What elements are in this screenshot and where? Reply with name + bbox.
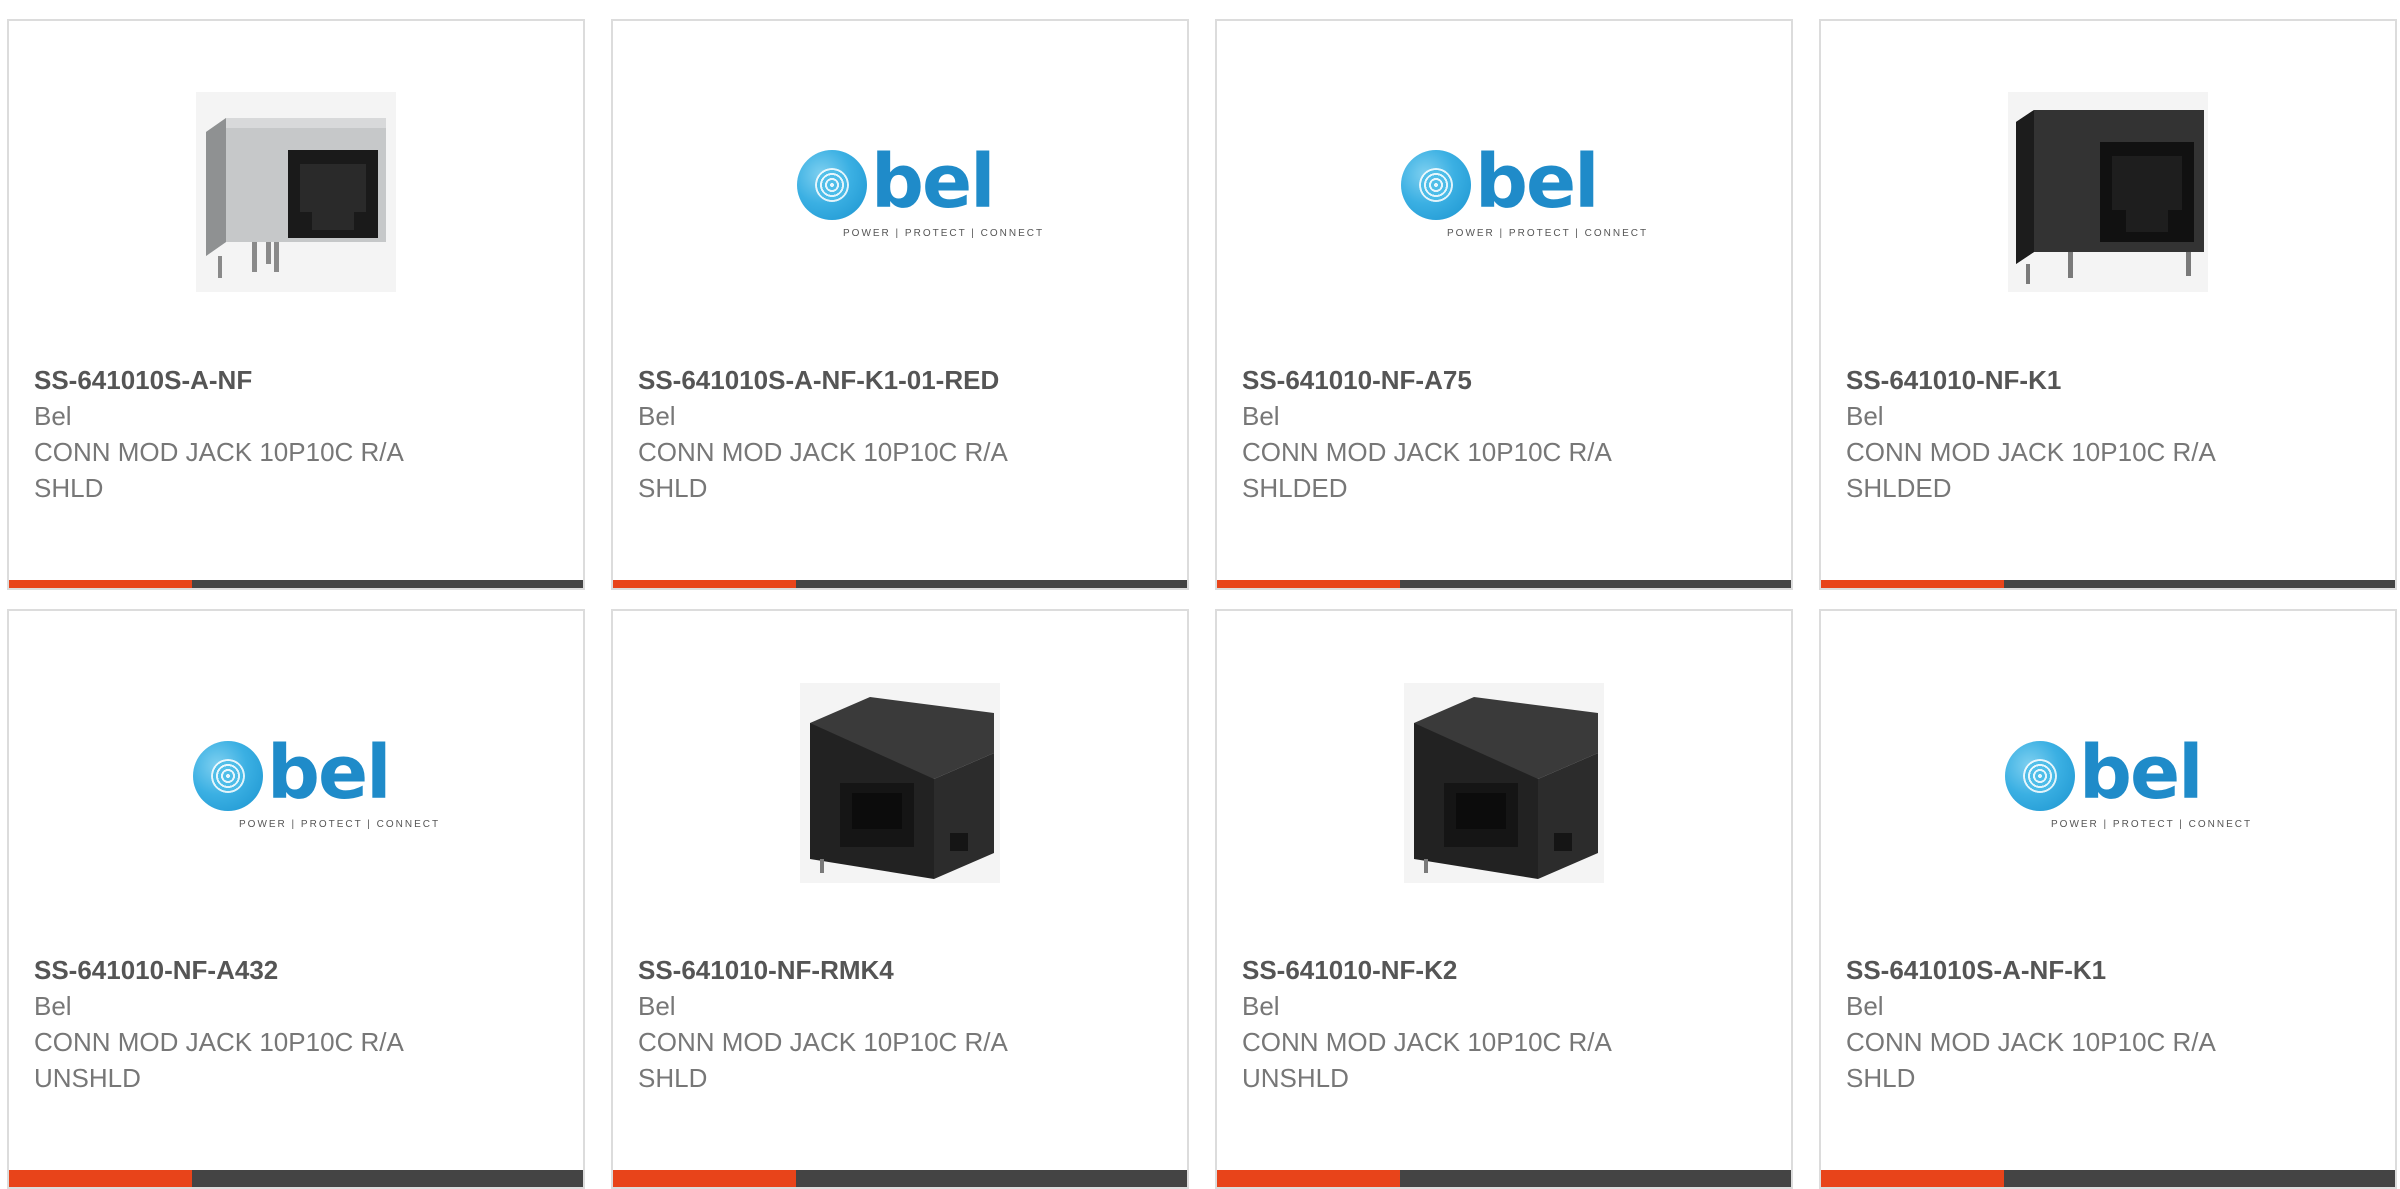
bel-logo-mark-icon — [193, 741, 263, 811]
part-number[interactable]: SS-641010-NF-K2 — [1242, 952, 1771, 988]
manufacturer: Bel — [1242, 991, 1280, 1021]
part-number[interactable]: SS-641010S-A-NF — [34, 362, 563, 398]
product-image[interactable] — [1821, 89, 2395, 295]
part-number[interactable]: SS-641010S-A-NF-K1-01-RED — [638, 362, 1167, 398]
part-number[interactable]: SS-641010-NF-K1 — [1846, 362, 2375, 398]
bel-logo-word: bel — [2079, 730, 2204, 816]
card-accent-fill — [613, 1170, 796, 1187]
bel-logo-mark-icon — [2005, 741, 2075, 811]
description: CONN MOD JACK 10P10C R/A SHLD — [638, 1027, 1007, 1093]
part-number[interactable]: SS-641010-NF-RMK4 — [638, 952, 1167, 988]
product-card[interactable]: SS-641010-NF-RMK4 Bel CONN MOD JACK 10P1… — [611, 609, 1189, 1189]
card-accent-bar — [1217, 580, 1791, 588]
product-image[interactable]: bel POWER | PROTECT | CONNECT — [1821, 680, 2395, 886]
product-grid: SS-641010S-A-NF Bel CONN MOD JACK 10P10C… — [0, 0, 2400, 1189]
card-accent-bar — [9, 580, 583, 588]
black-jack-front-image — [2008, 92, 2208, 292]
bel-logo-tagline: POWER | PROTECT | CONNECT — [1447, 228, 1649, 239]
bel-logo: bel POWER | PROTECT | CONNECT — [795, 122, 1042, 262]
description: CONN MOD JACK 10P10C R/A SHLD — [34, 437, 403, 503]
bel-logo: bel POWER | PROTECT | CONNECT — [191, 713, 438, 853]
product-image[interactable]: bel POWER | PROTECT | CONNECT — [1217, 89, 1791, 295]
product-card[interactable]: bel POWER | PROTECT | CONNECT SS-641010S… — [1819, 609, 2397, 1189]
bel-logo-mark-icon — [797, 150, 867, 220]
card-accent-bar — [1217, 1170, 1791, 1187]
product-card[interactable]: SS-641010-NF-K2 Bel CONN MOD JACK 10P10C… — [1215, 609, 1793, 1189]
black-jack-angled-image — [800, 683, 1000, 883]
bel-logo-tagline: POWER | PROTECT | CONNECT — [239, 819, 441, 830]
manufacturer: Bel — [1242, 401, 1280, 431]
description: CONN MOD JACK 10P10C R/A SHLDED — [1846, 437, 2215, 503]
description: CONN MOD JACK 10P10C R/A UNSHLD — [34, 1027, 403, 1093]
part-number[interactable]: SS-641010S-A-NF-K1 — [1846, 952, 2375, 988]
product-card[interactable]: SS-641010S-A-NF Bel CONN MOD JACK 10P10C… — [7, 19, 585, 590]
description: CONN MOD JACK 10P10C R/A SHLDED — [1242, 437, 1611, 503]
card-accent-fill — [613, 580, 796, 588]
card-accent-bar — [9, 1170, 583, 1187]
black-jack-angled-image — [1404, 683, 1604, 883]
card-accent-fill — [1821, 580, 2004, 588]
product-image[interactable] — [9, 89, 583, 295]
manufacturer: Bel — [34, 401, 72, 431]
bel-logo-tagline: POWER | PROTECT | CONNECT — [2051, 819, 2253, 830]
manufacturer: Bel — [1846, 991, 1884, 1021]
manufacturer: Bel — [1846, 401, 1884, 431]
card-accent-bar — [1821, 1170, 2395, 1187]
bel-logo: bel POWER | PROTECT | CONNECT — [2003, 713, 2250, 853]
description: CONN MOD JACK 10P10C R/A UNSHLD — [1242, 1027, 1611, 1093]
card-accent-fill — [1217, 580, 1400, 588]
description: CONN MOD JACK 10P10C R/A SHLD — [1846, 1027, 2215, 1093]
card-accent-bar — [613, 1170, 1187, 1187]
bel-logo-word: bel — [871, 139, 996, 225]
card-accent-fill — [9, 1170, 192, 1187]
manufacturer: Bel — [638, 401, 676, 431]
part-number[interactable]: SS-641010-NF-A432 — [34, 952, 563, 988]
metal-shielded-jack-image — [196, 92, 396, 292]
card-accent-fill — [1821, 1170, 2004, 1187]
card-accent-bar — [613, 580, 1187, 588]
bel-logo: bel POWER | PROTECT | CONNECT — [1399, 122, 1646, 262]
manufacturer: Bel — [34, 991, 72, 1021]
product-card[interactable]: bel POWER | PROTECT | CONNECT SS-641010-… — [7, 609, 585, 1189]
bel-logo-mark-icon — [1401, 150, 1471, 220]
part-number[interactable]: SS-641010-NF-A75 — [1242, 362, 1771, 398]
manufacturer: Bel — [638, 991, 676, 1021]
description: CONN MOD JACK 10P10C R/A SHLD — [638, 437, 1007, 503]
product-image[interactable] — [613, 680, 1187, 886]
product-card[interactable]: bel POWER | PROTECT | CONNECT SS-641010S… — [611, 19, 1189, 590]
bel-logo-word: bel — [1475, 139, 1600, 225]
product-card[interactable]: SS-641010-NF-K1 Bel CONN MOD JACK 10P10C… — [1819, 19, 2397, 590]
product-card[interactable]: bel POWER | PROTECT | CONNECT SS-641010-… — [1215, 19, 1793, 590]
card-accent-bar — [1821, 580, 2395, 588]
bel-logo-tagline: POWER | PROTECT | CONNECT — [843, 228, 1045, 239]
product-image[interactable] — [1217, 680, 1791, 886]
product-image[interactable]: bel POWER | PROTECT | CONNECT — [9, 680, 583, 886]
card-accent-fill — [9, 580, 192, 588]
product-image[interactable]: bel POWER | PROTECT | CONNECT — [613, 89, 1187, 295]
card-accent-fill — [1217, 1170, 1400, 1187]
bel-logo-word: bel — [267, 730, 392, 816]
